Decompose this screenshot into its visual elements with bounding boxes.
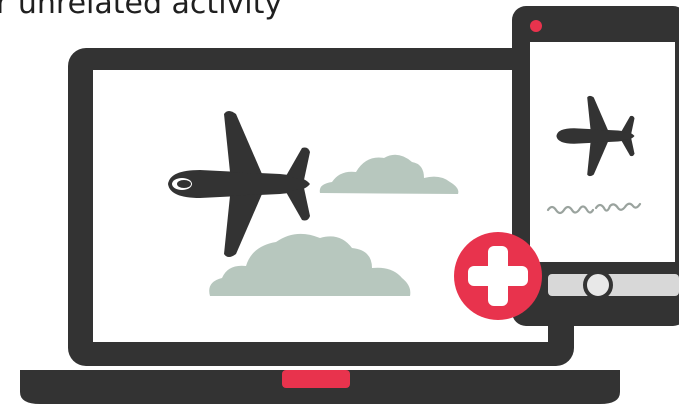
home-button-icon[interactable] <box>583 270 613 300</box>
illustration: r unrelated activity <box>0 0 679 404</box>
camera-dot-icon <box>530 20 542 32</box>
laptop-notch <box>282 370 350 388</box>
devices-illustration <box>20 6 679 404</box>
phone-home-bar <box>548 274 679 296</box>
add-button[interactable] <box>454 232 542 320</box>
